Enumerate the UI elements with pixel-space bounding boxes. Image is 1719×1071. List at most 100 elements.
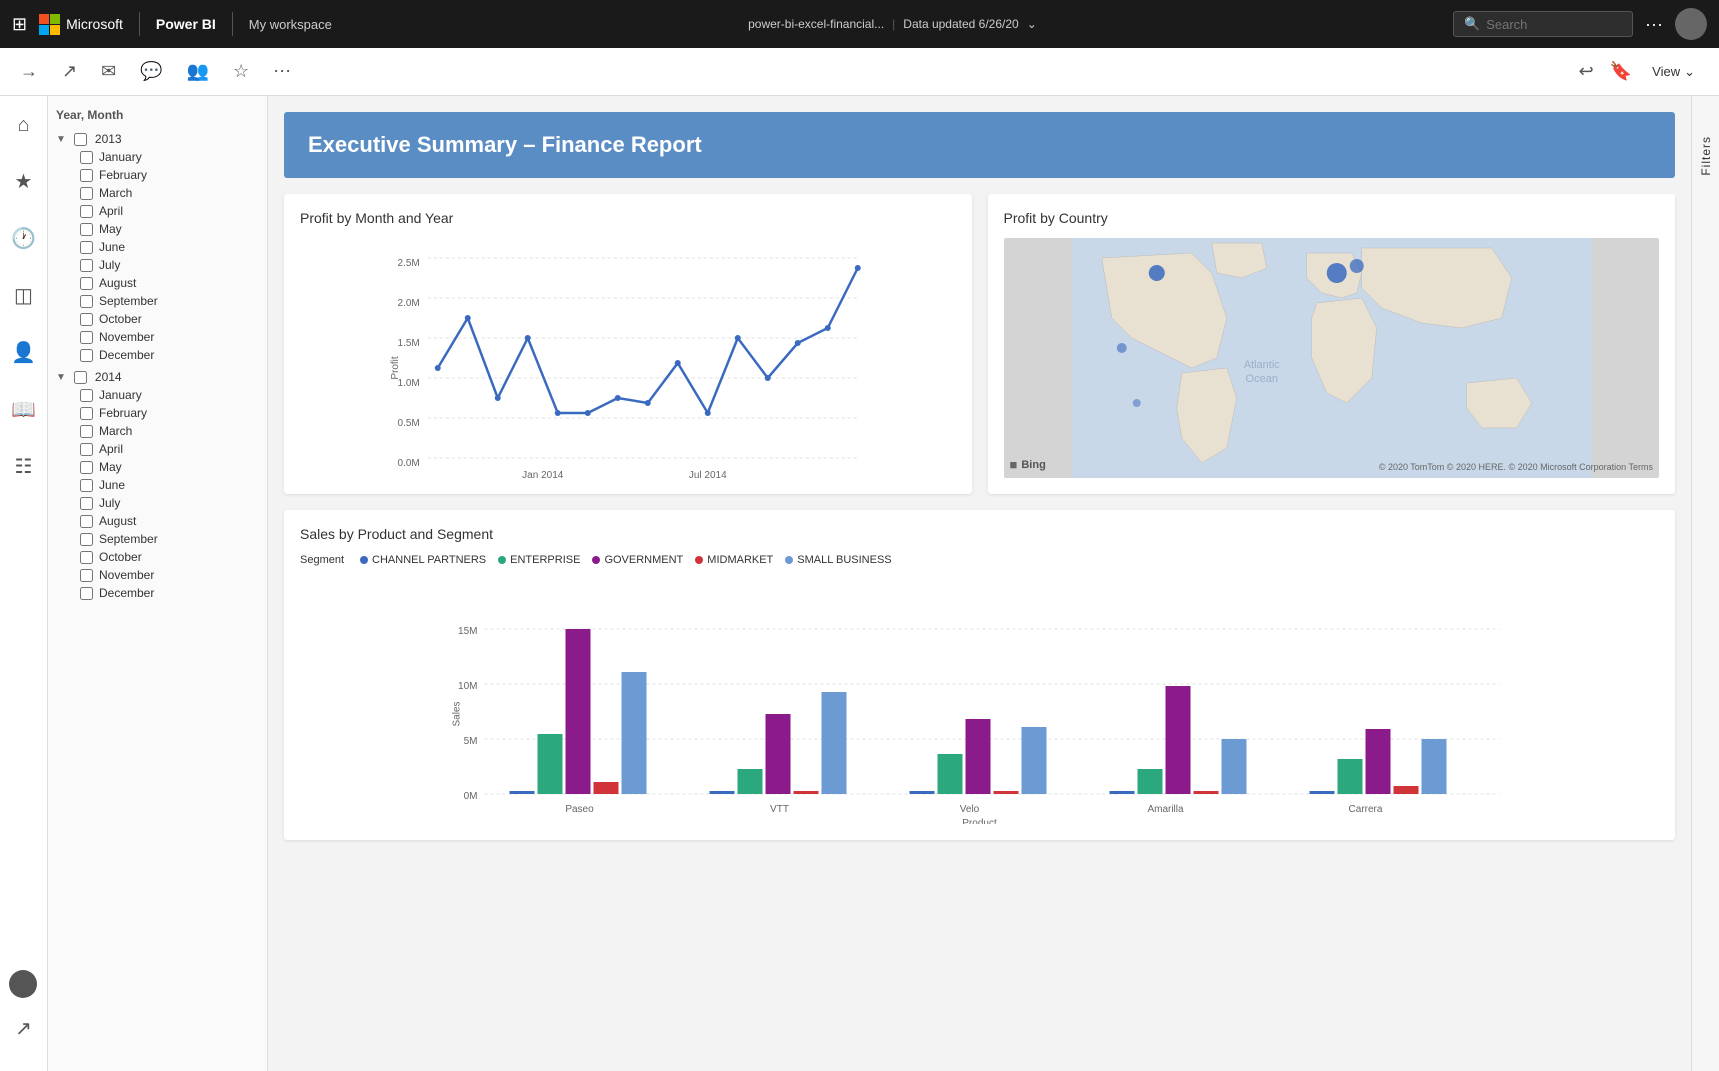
month-item-2014-March[interactable]: March xyxy=(56,422,259,440)
month-checkbox-2013-July[interactable] xyxy=(80,259,93,272)
year-checkbox-2013[interactable] xyxy=(74,133,87,146)
month-item-2014-July[interactable]: July xyxy=(56,494,259,512)
svg-text:Paseo: Paseo xyxy=(565,804,594,815)
sidebar-recent-icon[interactable]: 🕐 xyxy=(5,220,42,257)
month-item-2014-January[interactable]: January xyxy=(56,386,259,404)
bing-logo: Bing xyxy=(1021,459,1045,471)
sales-by-product-card: Sales by Product and Segment Segment CHA… xyxy=(284,510,1675,840)
search-box[interactable]: 🔍 xyxy=(1453,11,1633,37)
sidebar-learn-icon[interactable]: 📖 xyxy=(5,391,42,428)
svg-text:10M: 10M xyxy=(458,681,477,692)
month-checkbox-2014-March[interactable] xyxy=(80,425,93,438)
svg-text:2.0M: 2.0M xyxy=(398,298,420,309)
month-item-2014-October[interactable]: October xyxy=(56,548,259,566)
month-item-2013-January[interactable]: January xyxy=(56,148,259,166)
month-checkbox-2014-July[interactable] xyxy=(80,497,93,510)
top-charts-row: Profit by Month and Year 0.0M 0.5M 1.0M … xyxy=(284,194,1675,494)
month-item-2013-February[interactable]: February xyxy=(56,166,259,184)
month-checkbox-2013-September[interactable] xyxy=(80,295,93,308)
legend-label: ENTERPRISE xyxy=(510,554,580,566)
workspace-label[interactable]: My workspace xyxy=(249,17,332,32)
month-item-2014-November[interactable]: November xyxy=(56,566,259,584)
month-checkbox-2013-April[interactable] xyxy=(80,205,93,218)
month-checkbox-2013-August[interactable] xyxy=(80,277,93,290)
month-item-2014-August[interactable]: August xyxy=(56,512,259,530)
legend-item-channel-partners: CHANNEL PARTNERS xyxy=(360,554,486,566)
month-checkbox-2014-September[interactable] xyxy=(80,533,93,546)
main-layout: ⌂ ★ 🕐 ◫ 👤 📖 ☷ ↗ Year, Month ▼ 2013 Janua… xyxy=(0,96,1719,1071)
bookmark-icon[interactable]: ☆ xyxy=(229,57,253,86)
search-input[interactable] xyxy=(1486,17,1606,32)
month-checkbox-2013-January[interactable] xyxy=(80,151,93,164)
legend-item-small-business: SMALL BUSINESS xyxy=(785,554,891,566)
more-toolbar-icon[interactable]: ⋯ xyxy=(269,57,295,86)
chevron-down-icon[interactable]: ⌄ xyxy=(1027,17,1037,31)
month-checkbox-2013-October[interactable] xyxy=(80,313,93,326)
chat-icon[interactable]: 💬 xyxy=(136,57,166,86)
svg-text:0.5M: 0.5M xyxy=(398,418,420,429)
month-label-2013-August: August xyxy=(99,276,136,290)
month-item-2013-June[interactable]: June xyxy=(56,238,259,256)
month-checkbox-2014-August[interactable] xyxy=(80,515,93,528)
sidebar-avatar[interactable] xyxy=(9,970,37,998)
month-item-2013-April[interactable]: April xyxy=(56,202,259,220)
month-checkbox-2014-June[interactable] xyxy=(80,479,93,492)
month-item-2013-November[interactable]: November xyxy=(56,328,259,346)
mail-icon[interactable]: ✉ xyxy=(97,57,120,86)
sidebar-apps-icon[interactable]: ◫ xyxy=(8,277,39,314)
sidebar-expand-icon[interactable]: ↗ xyxy=(9,1010,38,1047)
month-item-2014-June[interactable]: June xyxy=(56,476,259,494)
month-checkbox-2013-November[interactable] xyxy=(80,331,93,344)
svg-text:0.0M: 0.0M xyxy=(398,458,420,469)
month-item-2013-March[interactable]: March xyxy=(56,184,259,202)
month-item-2014-February[interactable]: February xyxy=(56,404,259,422)
month-checkbox-2013-June[interactable] xyxy=(80,241,93,254)
bing-watermark: ■ Bing xyxy=(1010,457,1046,472)
month-item-2014-September[interactable]: September xyxy=(56,530,259,548)
month-checkbox-2014-May[interactable] xyxy=(80,461,93,474)
filters-label[interactable]: Filters xyxy=(1699,136,1713,176)
month-label-2014-November: November xyxy=(99,568,154,582)
month-item-2013-August[interactable]: August xyxy=(56,274,259,292)
month-item-2014-May[interactable]: May xyxy=(56,458,259,476)
month-item-2013-October[interactable]: October xyxy=(56,310,259,328)
month-label-2013-December: December xyxy=(99,348,154,362)
more-options-icon[interactable]: ··· xyxy=(1645,14,1663,35)
search-icon: 🔍 xyxy=(1464,16,1480,32)
undo-icon[interactable]: ↩ xyxy=(1575,57,1598,86)
month-item-2013-December[interactable]: December xyxy=(56,346,259,364)
month-item-2013-September[interactable]: September xyxy=(56,292,259,310)
teams-icon[interactable]: 👥 xyxy=(183,57,213,86)
year-checkbox-2014[interactable] xyxy=(74,371,87,384)
bookmark2-icon[interactable]: 🔖 xyxy=(1606,57,1636,86)
month-checkbox-2014-April[interactable] xyxy=(80,443,93,456)
month-checkbox-2014-February[interactable] xyxy=(80,407,93,420)
powerbi-label: Power BI xyxy=(156,16,216,32)
month-checkbox-2014-December[interactable] xyxy=(80,587,93,600)
month-checkbox-2013-December[interactable] xyxy=(80,349,93,362)
sidebar-favorites-icon[interactable]: ★ xyxy=(9,163,39,200)
sidebar-shared-icon[interactable]: 👤 xyxy=(5,334,42,371)
month-checkbox-2013-March[interactable] xyxy=(80,187,93,200)
month-item-2014-December[interactable]: December xyxy=(56,584,259,602)
share-icon[interactable]: ↗ xyxy=(58,57,81,86)
sidebar-workspaces-icon[interactable]: ☷ xyxy=(9,448,39,485)
avatar[interactable] xyxy=(1675,8,1707,40)
back-icon[interactable]: → xyxy=(16,57,42,86)
year-header-2014[interactable]: ▼ 2014 xyxy=(56,368,259,386)
sidebar-home-icon[interactable]: ⌂ xyxy=(11,108,35,143)
month-checkbox-2014-January[interactable] xyxy=(80,389,93,402)
month-item-2013-July[interactable]: July xyxy=(56,256,259,274)
grid-icon[interactable]: ⊞ xyxy=(12,14,27,35)
year-header-2013[interactable]: ▼ 2013 xyxy=(56,130,259,148)
month-label-2014-September: September xyxy=(99,532,158,546)
month-checkbox-2013-February[interactable] xyxy=(80,169,93,182)
month-item-2014-April[interactable]: April xyxy=(56,440,259,458)
view-button[interactable]: View ⌄ xyxy=(1644,60,1703,84)
month-label-2014-January: January xyxy=(99,388,142,402)
month-checkbox-2014-November[interactable] xyxy=(80,569,93,582)
month-checkbox-2014-October[interactable] xyxy=(80,551,93,564)
month-checkbox-2013-May[interactable] xyxy=(80,223,93,236)
month-item-2013-May[interactable]: May xyxy=(56,220,259,238)
svg-text:5M: 5M xyxy=(464,736,478,747)
